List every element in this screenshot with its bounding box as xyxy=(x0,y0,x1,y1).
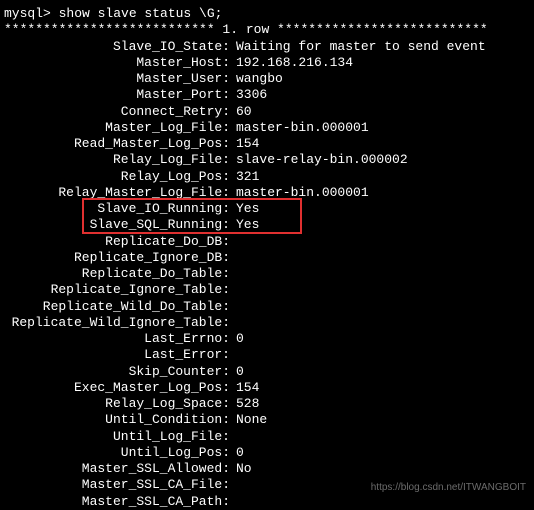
field-value: 0 xyxy=(230,331,244,347)
row-separator: *************************** 1. row *****… xyxy=(4,22,534,38)
field-value: None xyxy=(230,412,267,428)
mysql-prompt: mysql> show slave status \G; xyxy=(4,6,534,22)
field-row: Master_User:wangbo xyxy=(4,71,534,87)
field-value: 154 xyxy=(230,136,259,152)
field-label: Last_Errno: xyxy=(4,331,230,347)
field-value xyxy=(230,494,236,510)
field-label: Master_SSL_CA_Path: xyxy=(4,494,230,510)
field-label: Until_Condition: xyxy=(4,412,230,428)
field-value: No xyxy=(230,461,252,477)
field-label: Relay_Log_Space: xyxy=(4,396,230,412)
field-row: Until_Condition:None xyxy=(4,412,534,428)
field-label: Master_Host: xyxy=(4,55,230,71)
field-label: Last_Error: xyxy=(4,347,230,363)
field-label: Replicate_Do_DB: xyxy=(4,234,230,250)
field-value: slave-relay-bin.000002 xyxy=(230,152,408,168)
field-row: Until_Log_Pos:0 xyxy=(4,445,534,461)
field-row: Replicate_Ignore_DB: xyxy=(4,250,534,266)
field-label: Replicate_Wild_Do_Table: xyxy=(4,299,230,315)
field-row: Relay_Log_Pos:321 xyxy=(4,169,534,185)
field-label: Relay_Log_Pos: xyxy=(4,169,230,185)
field-label: Master_Port: xyxy=(4,87,230,103)
field-row: Replicate_Do_DB: xyxy=(4,234,534,250)
field-label: Exec_Master_Log_Pos: xyxy=(4,380,230,396)
field-row: Master_SSL_Allowed:No xyxy=(4,461,534,477)
field-label: Skip_Counter: xyxy=(4,364,230,380)
field-value: 528 xyxy=(230,396,259,412)
field-value: 192.168.216.134 xyxy=(230,55,353,71)
field-row: Slave_SQL_Running:Yes xyxy=(4,217,534,233)
field-label: Master_User: xyxy=(4,71,230,87)
field-value xyxy=(230,315,236,331)
field-label: Replicate_Do_Table: xyxy=(4,266,230,282)
field-value xyxy=(230,429,236,445)
field-label: Master_SSL_CA_File: xyxy=(4,477,230,493)
field-value xyxy=(230,250,236,266)
field-row: Master_Log_File:master-bin.000001 xyxy=(4,120,534,136)
field-value xyxy=(230,477,236,493)
field-value: Yes xyxy=(230,201,259,217)
field-label: Slave_IO_Running: xyxy=(4,201,230,217)
field-value: 0 xyxy=(230,364,244,380)
field-row: Skip_Counter:0 xyxy=(4,364,534,380)
field-row: Replicate_Ignore_Table: xyxy=(4,282,534,298)
watermark-text: https://blog.csdn.net/ITWANGBOIT xyxy=(371,482,526,495)
status-fields: Slave_IO_State:Waiting for master to sen… xyxy=(4,39,534,510)
field-row: Relay_Master_Log_File:master-bin.000001 xyxy=(4,185,534,201)
field-label: Relay_Master_Log_File: xyxy=(4,185,230,201)
field-value xyxy=(230,266,236,282)
field-value: 3306 xyxy=(230,87,267,103)
field-row: Replicate_Wild_Do_Table: xyxy=(4,299,534,315)
field-value: Yes xyxy=(230,217,259,233)
field-value: master-bin.000001 xyxy=(230,120,369,136)
field-row: Last_Error: xyxy=(4,347,534,363)
field-value: 321 xyxy=(230,169,259,185)
field-row: Relay_Log_File:slave-relay-bin.000002 xyxy=(4,152,534,168)
field-row: Replicate_Wild_Ignore_Table: xyxy=(4,315,534,331)
field-label: Until_Log_Pos: xyxy=(4,445,230,461)
field-row: Relay_Log_Space:528 xyxy=(4,396,534,412)
field-value: wangbo xyxy=(230,71,283,87)
field-label: Read_Master_Log_Pos: xyxy=(4,136,230,152)
field-value: 154 xyxy=(230,380,259,396)
field-label: Relay_Log_File: xyxy=(4,152,230,168)
field-row: Master_Port:3306 xyxy=(4,87,534,103)
field-row: Connect_Retry:60 xyxy=(4,104,534,120)
field-value: Waiting for master to send event xyxy=(230,39,486,55)
field-row: Master_Host:192.168.216.134 xyxy=(4,55,534,71)
field-value: master-bin.000001 xyxy=(230,185,369,201)
field-value xyxy=(230,347,236,363)
field-value xyxy=(230,282,236,298)
field-row: Read_Master_Log_Pos:154 xyxy=(4,136,534,152)
field-row: Slave_IO_State:Waiting for master to sen… xyxy=(4,39,534,55)
field-row: Slave_IO_Running:Yes xyxy=(4,201,534,217)
field-value xyxy=(230,299,236,315)
field-label: Replicate_Ignore_Table: xyxy=(4,282,230,298)
field-label: Connect_Retry: xyxy=(4,104,230,120)
field-label: Replicate_Ignore_DB: xyxy=(4,250,230,266)
field-label: Master_Log_File: xyxy=(4,120,230,136)
field-row: Replicate_Do_Table: xyxy=(4,266,534,282)
field-row: Last_Errno:0 xyxy=(4,331,534,347)
field-label: Replicate_Wild_Ignore_Table: xyxy=(4,315,230,331)
field-label: Slave_IO_State: xyxy=(4,39,230,55)
field-value: 0 xyxy=(230,445,244,461)
field-value xyxy=(230,234,236,250)
field-label: Slave_SQL_Running: xyxy=(4,217,230,233)
field-value: 60 xyxy=(230,104,252,120)
field-label: Until_Log_File: xyxy=(4,429,230,445)
field-row: Until_Log_File: xyxy=(4,429,534,445)
field-label: Master_SSL_Allowed: xyxy=(4,461,230,477)
field-row: Master_SSL_CA_Path: xyxy=(4,494,534,510)
field-row: Exec_Master_Log_Pos:154 xyxy=(4,380,534,396)
